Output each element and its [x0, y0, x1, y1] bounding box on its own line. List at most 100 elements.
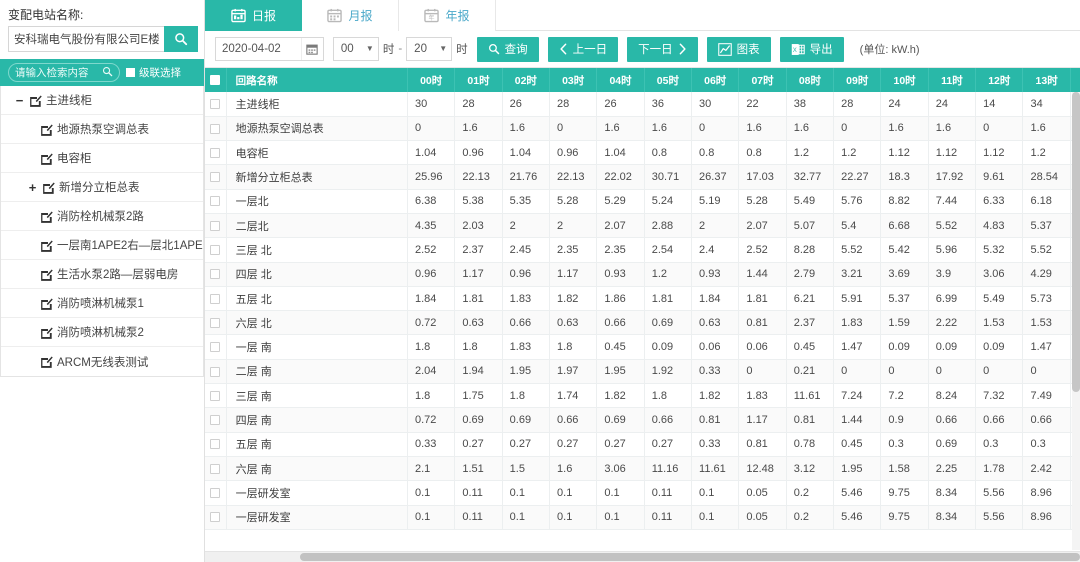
column-header-hour-1[interactable]: 01时 — [455, 68, 502, 92]
table-row[interactable]: 一层 南1.81.81.831.80.450.090.060.060.451.4… — [205, 335, 1080, 359]
row-select-cell[interactable] — [205, 481, 226, 505]
chart-button[interactable]: 图表 — [707, 37, 771, 62]
row-checkbox[interactable] — [210, 512, 220, 522]
row-checkbox[interactable] — [210, 391, 220, 401]
row-select-cell[interactable] — [205, 189, 226, 213]
row-select-cell[interactable] — [205, 238, 226, 262]
select-all-checkbox[interactable] — [210, 75, 220, 85]
station-name-input[interactable]: 安科瑞电气股份有限公司E楼 — [8, 26, 164, 52]
query-button[interactable]: 查询 — [477, 37, 539, 62]
table-row[interactable]: 五层 北1.841.811.831.821.861.811.841.816.21… — [205, 286, 1080, 310]
row-checkbox[interactable] — [210, 294, 220, 304]
tree-node-8[interactable]: 消防喷淋机械泵2 — [1, 318, 203, 347]
column-header-hour-4[interactable]: 04时 — [597, 68, 644, 92]
row-select-cell[interactable] — [205, 505, 226, 529]
row-select-cell[interactable] — [205, 92, 226, 116]
row-select-cell[interactable] — [205, 311, 226, 335]
row-select-cell[interactable] — [205, 359, 226, 383]
tree-node-3[interactable]: +新增分立柜总表 — [1, 173, 203, 202]
date-picker[interactable]: 2020-04-02 — [215, 37, 324, 61]
tree-node-9[interactable]: ARCM无线表测试 — [1, 347, 203, 376]
row-checkbox[interactable] — [210, 124, 220, 134]
tree-node-6[interactable]: 生活水泵2路—层弱电房 — [1, 260, 203, 289]
tree-node-4[interactable]: 消防栓机械泵2路 — [1, 202, 203, 231]
column-header-hour-6[interactable]: 06时 — [692, 68, 739, 92]
horizontal-scrollbar[interactable] — [205, 551, 1080, 562]
table-row[interactable]: 四层 南0.720.690.690.660.690.660.811.170.81… — [205, 408, 1080, 432]
table-row[interactable]: 一层研发室0.10.110.10.10.10.110.10.050.25.469… — [205, 505, 1080, 529]
table-row[interactable]: 三层 北2.522.372.452.352.352.542.42.528.285… — [205, 238, 1080, 262]
collapse-icon[interactable]: − — [13, 94, 26, 107]
calendar-icon[interactable] — [301, 38, 323, 60]
row-checkbox[interactable] — [210, 245, 220, 255]
cascade-checkbox[interactable] — [126, 68, 135, 77]
column-header-hour-0[interactable]: 00时 — [407, 68, 454, 92]
table-row[interactable]: 六层 南2.11.511.51.63.0611.1611.6112.483.12… — [205, 456, 1080, 480]
tree-node-5[interactable]: 一层南1APE2右—层北1APE1左 — [1, 231, 203, 260]
vertical-scrollbar[interactable] — [1072, 92, 1080, 550]
table-row[interactable]: 地源热泵空调总表01.61.601.61.601.61.601.61.601.6… — [205, 116, 1080, 140]
row-checkbox[interactable] — [210, 488, 220, 498]
row-select-cell[interactable] — [205, 116, 226, 140]
row-checkbox[interactable] — [210, 99, 220, 109]
column-header-hour-13[interactable]: 13时 — [1023, 68, 1070, 92]
column-header-hour-14[interactable]: 14时 — [1070, 68, 1080, 92]
tree-node-7[interactable]: 消防喷淋机械泵1 — [1, 289, 203, 318]
cascade-select-toggle[interactable]: 级联选择 — [126, 65, 181, 80]
column-header-hour-8[interactable]: 08时 — [786, 68, 833, 92]
tab-年报[interactable]: 年年报 — [399, 0, 496, 31]
tab-月报[interactable]: 月报 — [302, 0, 399, 31]
row-checkbox[interactable] — [210, 439, 220, 449]
row-checkbox[interactable] — [210, 464, 220, 474]
table-row[interactable]: 三层 南1.81.751.81.741.821.81.821.8311.617.… — [205, 384, 1080, 408]
row-select-cell[interactable] — [205, 213, 226, 237]
row-select-cell[interactable] — [205, 432, 226, 456]
row-checkbox[interactable] — [210, 367, 220, 377]
row-select-cell[interactable] — [205, 262, 226, 286]
row-select-cell[interactable] — [205, 286, 226, 310]
station-search-button[interactable] — [164, 26, 198, 52]
row-checkbox[interactable] — [210, 196, 220, 206]
table-row[interactable]: 二层 南2.041.941.951.971.951.920.3300.21000… — [205, 359, 1080, 383]
column-header-hour-9[interactable]: 09时 — [834, 68, 881, 92]
table-row[interactable]: 新增分立柜总表25.9622.1321.7622.1322.0230.7126.… — [205, 165, 1080, 189]
expand-icon[interactable]: + — [26, 181, 39, 194]
row-checkbox[interactable] — [210, 148, 220, 158]
hour-from-select[interactable]: 00 ▼ — [333, 37, 379, 61]
row-checkbox[interactable] — [210, 269, 220, 279]
table-row[interactable]: 电容柜1.040.961.040.961.040.80.80.81.21.21.… — [205, 141, 1080, 165]
tree-node-1[interactable]: 地源热泵空调总表 — [1, 115, 203, 144]
column-header-hour-5[interactable]: 05时 — [644, 68, 691, 92]
table-row[interactable]: 五层 南0.330.270.270.270.270.270.330.810.78… — [205, 432, 1080, 456]
export-button[interactable]: X 导出 — [780, 37, 844, 62]
row-checkbox[interactable] — [210, 221, 220, 231]
table-row[interactable]: 六层 北0.720.630.660.630.660.690.630.812.37… — [205, 311, 1080, 335]
row-checkbox[interactable] — [210, 172, 220, 182]
row-checkbox[interactable] — [210, 342, 220, 352]
row-select-cell[interactable] — [205, 335, 226, 359]
table-row[interactable]: 一层北6.385.385.355.285.295.245.195.285.495… — [205, 189, 1080, 213]
row-select-cell[interactable] — [205, 141, 226, 165]
table-row[interactable]: 一层研发室0.10.110.10.10.10.110.10.050.25.469… — [205, 481, 1080, 505]
tree-node-2[interactable]: 电容柜 — [1, 144, 203, 173]
column-header-hour-7[interactable]: 07时 — [739, 68, 786, 92]
table-row[interactable]: 四层 北0.961.170.961.170.931.20.931.442.793… — [205, 262, 1080, 286]
row-select-cell[interactable] — [205, 456, 226, 480]
select-all-header[interactable] — [205, 68, 226, 92]
next-day-button[interactable]: 下一日 — [627, 37, 698, 62]
row-checkbox[interactable] — [210, 415, 220, 425]
row-select-cell[interactable] — [205, 165, 226, 189]
tab-日报[interactable]: 日报 — [205, 0, 302, 31]
table-row[interactable]: 主进线柜302826282636302238282424143442444844… — [205, 92, 1080, 116]
tree-node-0[interactable]: −主进线柜 — [1, 86, 203, 115]
column-header-hour-12[interactable]: 12时 — [976, 68, 1023, 92]
column-header-hour-2[interactable]: 02时 — [502, 68, 549, 92]
vertical-scrollbar-thumb[interactable] — [1072, 92, 1080, 392]
tree-search-input[interactable]: 请输入检索内容 — [8, 63, 120, 82]
hour-to-select[interactable]: 20 ▼ — [406, 37, 452, 61]
prev-day-button[interactable]: 上一日 — [548, 37, 619, 62]
column-header-hour-10[interactable]: 10时 — [881, 68, 928, 92]
horizontal-scrollbar-thumb[interactable] — [300, 553, 1080, 561]
row-select-cell[interactable] — [205, 408, 226, 432]
row-select-cell[interactable] — [205, 384, 226, 408]
